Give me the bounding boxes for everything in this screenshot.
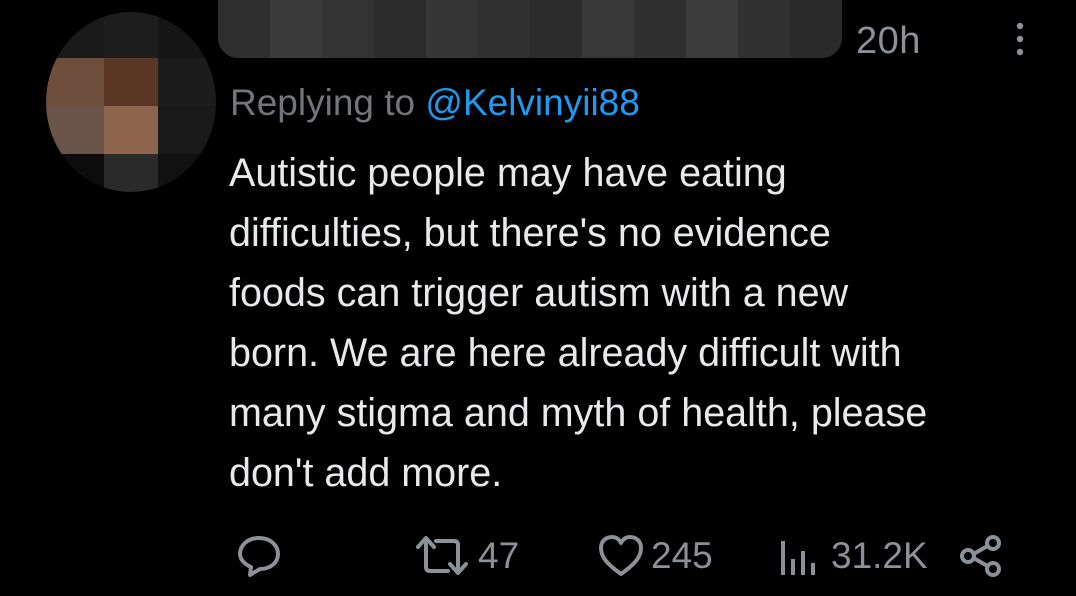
censor-block (478, 0, 530, 58)
tweet-text-line: born. We are here already difficult with (229, 331, 902, 375)
avatar-pixel (46, 58, 104, 106)
reply-button[interactable] (236, 528, 282, 584)
tweet-text-line: many stigma and myth of health, please (229, 391, 928, 435)
censor-block (530, 0, 582, 58)
action-bar: 47 245 31.2K (0, 528, 1076, 584)
bar-chart-icon (781, 541, 815, 575)
avatar-pixel (158, 58, 216, 106)
tweet-text-line: foods can trigger autism with a new (229, 271, 849, 315)
avatar-pixel (104, 106, 158, 154)
retweet-icon (416, 536, 468, 575)
timestamp[interactable]: 20h (856, 20, 921, 63)
avatar-pixel (104, 58, 158, 106)
avatar-pixel (158, 12, 216, 58)
reply-bubble-icon (238, 536, 280, 577)
censor-block (582, 0, 634, 58)
avatar-pixel (104, 12, 158, 58)
censor-block (374, 0, 426, 58)
censor-block (270, 0, 322, 58)
replying-to-handle-link[interactable]: @Kelvinyii88 (425, 82, 639, 123)
censor-block (790, 0, 842, 58)
censor-block (218, 0, 270, 58)
tweet-text: Autistic people may have eating difficul… (229, 143, 1039, 503)
censor-block (322, 0, 374, 58)
censor-block (738, 0, 790, 58)
like-count: 245 (651, 535, 713, 576)
censor-block (426, 0, 478, 58)
tweet-text-line: don't add more. (229, 451, 503, 495)
avatar-pixel (104, 154, 158, 192)
avatar-pixel (46, 154, 104, 192)
avatar-pixel (158, 154, 216, 192)
retweet-button[interactable]: 47 (410, 528, 519, 584)
censor-block (634, 0, 686, 58)
views-button[interactable]: 31.2K (775, 528, 928, 584)
censor-block (686, 0, 738, 58)
avatar-pixel (158, 106, 216, 154)
avatar-pixel (46, 12, 104, 58)
share-button[interactable] (958, 528, 1004, 584)
avatar-pixel (46, 106, 104, 154)
share-icon (960, 535, 1001, 577)
heart-icon (599, 535, 643, 576)
avatar[interactable] (46, 12, 216, 192)
retweet-count: 47 (478, 535, 520, 576)
views-count: 31.2K (831, 535, 928, 576)
tweet-reply[interactable]: 20h Replying to @Kelvinyii88 Autistic pe… (0, 0, 1076, 596)
more-options-icon[interactable] (1012, 20, 1028, 60)
tweet-text-line: Autistic people may have eating (229, 151, 787, 195)
like-button[interactable]: 245 (597, 528, 713, 584)
censored-username[interactable] (218, 0, 842, 58)
replying-to-label: Replying to (230, 82, 426, 123)
tweet-text-line: difficulties, but there's no evidence (229, 211, 831, 255)
replying-to: Replying to @Kelvinyii88 (230, 82, 640, 124)
